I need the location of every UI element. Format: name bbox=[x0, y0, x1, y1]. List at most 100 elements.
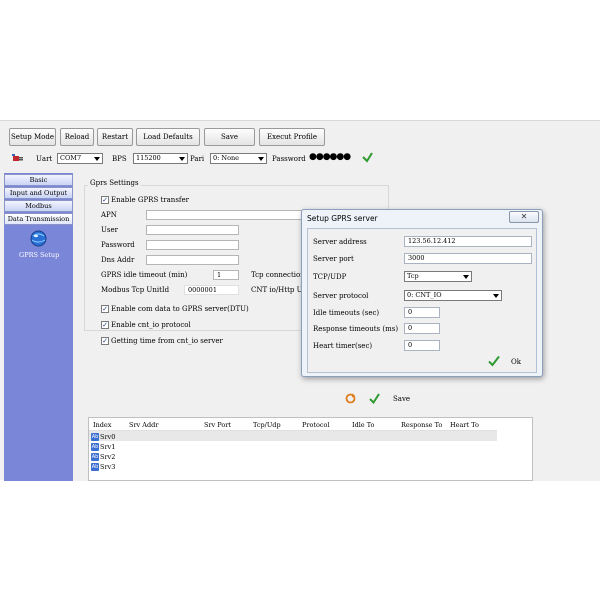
server-protocol-select[interactable]: 0: CNT_IO bbox=[404, 290, 502, 301]
table-row[interactable]: Ab Srv1 bbox=[91, 442, 115, 452]
setup-mode-button[interactable]: Setup Mode bbox=[9, 128, 56, 146]
col-response-to: Response To bbox=[401, 421, 443, 429]
password-label: Password bbox=[272, 155, 306, 163]
load-defaults-button[interactable]: Load Defaults bbox=[136, 128, 200, 146]
user-label: User bbox=[101, 226, 118, 234]
idle-timeout-input[interactable]: 1 bbox=[213, 270, 239, 280]
uart-value: COM7 bbox=[60, 154, 82, 162]
dns-label: Dns Addr bbox=[101, 256, 135, 264]
setup-gprs-server-dialog: Setup GPRS server ✕ Server address 123.5… bbox=[301, 209, 543, 377]
row-index: Srv0 bbox=[100, 433, 116, 441]
table-row[interactable]: Ab Srv0 bbox=[91, 432, 115, 442]
row-text-icon: Ab bbox=[91, 463, 99, 471]
enable-cnt-label: Enable cnt_io protocol bbox=[111, 321, 191, 329]
modbus-unitid-label: Modbus Tcp UnitId bbox=[101, 286, 170, 294]
close-button[interactable]: ✕ bbox=[509, 211, 539, 223]
enable-com-checkbox[interactable]: ✓ bbox=[101, 305, 109, 313]
bps-value: 115200 bbox=[136, 154, 161, 162]
ok-check-icon[interactable] bbox=[488, 355, 500, 367]
enable-gprs-label: Enable GPRS transfer bbox=[111, 196, 189, 204]
password-input[interactable]: ●●●●●● bbox=[309, 153, 351, 162]
col-idle-to: Idle To bbox=[352, 421, 375, 429]
bps-select[interactable]: 115200 bbox=[133, 153, 188, 164]
server-table: Index Srv Addr Srv Port Tcp/Udp Protocol… bbox=[88, 417, 533, 481]
close-icon: ✕ bbox=[520, 212, 528, 221]
chevron-down-icon bbox=[179, 157, 185, 161]
col-srv-addr: Srv Addr bbox=[129, 421, 159, 429]
table-row[interactable]: Ab Srv2 bbox=[91, 452, 115, 462]
response-timeouts-input[interactable]: 0 bbox=[404, 323, 440, 334]
reload-button[interactable]: Reload bbox=[60, 128, 94, 146]
row-text-icon: Ab bbox=[91, 433, 99, 441]
nav-item-input-output[interactable]: Input and Output bbox=[4, 187, 73, 199]
protocol-value: 0: CNT_IO bbox=[407, 291, 442, 299]
connection-plug-icon[interactable] bbox=[12, 153, 24, 164]
gprs-settings-title: Gprs Settings bbox=[88, 179, 141, 188]
row-index: Srv2 bbox=[100, 453, 116, 461]
gprs-password-input[interactable] bbox=[146, 240, 239, 250]
left-nav-panel: Basic Input and Output Modbus Data Trans… bbox=[4, 173, 73, 481]
refresh-icon[interactable] bbox=[345, 393, 356, 404]
idle-timeout-label: GPRS idle timeout (min) bbox=[101, 271, 188, 279]
uart-select[interactable]: COM7 bbox=[57, 153, 103, 164]
server-address-input[interactable]: 123.56.12.412 bbox=[404, 236, 532, 247]
tcpudp-select[interactable]: Tcp bbox=[404, 271, 472, 282]
chevron-down-icon bbox=[94, 157, 100, 161]
restart-button[interactable]: Restart bbox=[97, 128, 133, 146]
save-button[interactable]: Save bbox=[204, 128, 255, 146]
nav-item-modbus[interactable]: Modbus bbox=[4, 200, 73, 212]
enable-com-label: Enable com data to GPRS server(DTU) bbox=[111, 305, 249, 313]
enable-cnt-checkbox[interactable]: ✓ bbox=[101, 321, 109, 329]
bps-label: BPS bbox=[112, 155, 127, 163]
row-index: Srv1 bbox=[100, 443, 116, 451]
nav-item-data-transmission[interactable]: Data Transmission bbox=[4, 213, 73, 225]
server-protocol-label: Server protocol bbox=[313, 292, 369, 300]
server-port-label: Server port bbox=[313, 255, 354, 263]
heart-timer-label: Heart timer(sec) bbox=[313, 342, 373, 350]
pari-label: Pari bbox=[190, 155, 205, 163]
col-heart-to: Heart To bbox=[450, 421, 479, 429]
save-check-icon[interactable] bbox=[369, 393, 380, 404]
dialog-body: Server address 123.56.12.412 Server port… bbox=[307, 228, 537, 373]
server-address-label: Server address bbox=[313, 238, 367, 246]
tcpudp-label: TCP/UDP bbox=[313, 273, 347, 281]
getting-time-checkbox[interactable]: ✓ bbox=[101, 337, 109, 345]
response-timeouts-label: Response timeouts (ms) bbox=[313, 325, 399, 333]
modbus-unitid-input[interactable]: 0000001 bbox=[184, 285, 239, 295]
chevron-down-icon bbox=[463, 275, 469, 279]
save-label[interactable]: Save bbox=[393, 395, 410, 404]
gprs-password-label: Password bbox=[101, 241, 135, 249]
server-port-input[interactable]: 3000 bbox=[404, 253, 532, 264]
getting-time-label: Getting time from cnt_io server bbox=[111, 337, 223, 345]
heart-timer-input[interactable]: 0 bbox=[404, 340, 440, 351]
uart-label: Uart bbox=[36, 155, 53, 163]
chevron-down-icon bbox=[258, 157, 264, 161]
idle-timeouts-label: Idle timeouts (sec) bbox=[313, 309, 380, 317]
apn-input[interactable] bbox=[146, 210, 306, 220]
tcpudp-value: Tcp bbox=[407, 272, 419, 280]
col-protocol: Protocol bbox=[302, 421, 330, 429]
pari-value: 0: None bbox=[213, 154, 240, 162]
col-tcp-udp: Tcp/Udp bbox=[253, 421, 281, 429]
tcp-connection-label: Tcp connection bbox=[251, 271, 305, 279]
user-input[interactable] bbox=[146, 225, 239, 235]
connect-arrow-icon[interactable] bbox=[362, 152, 373, 163]
cnt-http-label: CNT io/Http Ur bbox=[251, 286, 306, 294]
dns-input[interactable] bbox=[146, 255, 239, 265]
pari-select[interactable]: 0: None bbox=[210, 153, 267, 164]
enable-gprs-checkbox[interactable]: ✓ bbox=[101, 196, 109, 204]
selected-row-highlight bbox=[89, 431, 497, 441]
nav-item-basic[interactable]: Basic bbox=[4, 174, 73, 186]
apn-label: APN bbox=[101, 211, 117, 219]
execut-profile-button[interactable]: Execut Profile bbox=[259, 128, 325, 146]
col-index: Index bbox=[93, 421, 112, 429]
chevron-down-icon bbox=[493, 294, 499, 298]
globe-icon[interactable] bbox=[30, 230, 47, 247]
dialog-title: Setup GPRS server bbox=[307, 214, 378, 223]
col-srv-port: Srv Port bbox=[204, 421, 232, 429]
idle-timeouts-input[interactable]: 0 bbox=[404, 307, 440, 318]
row-index: Srv3 bbox=[100, 463, 116, 471]
table-row[interactable]: Ab Srv3 bbox=[91, 462, 115, 472]
ok-button[interactable]: Ok bbox=[511, 358, 521, 366]
gprs-setup-label[interactable]: GPRS Setup bbox=[19, 251, 59, 260]
